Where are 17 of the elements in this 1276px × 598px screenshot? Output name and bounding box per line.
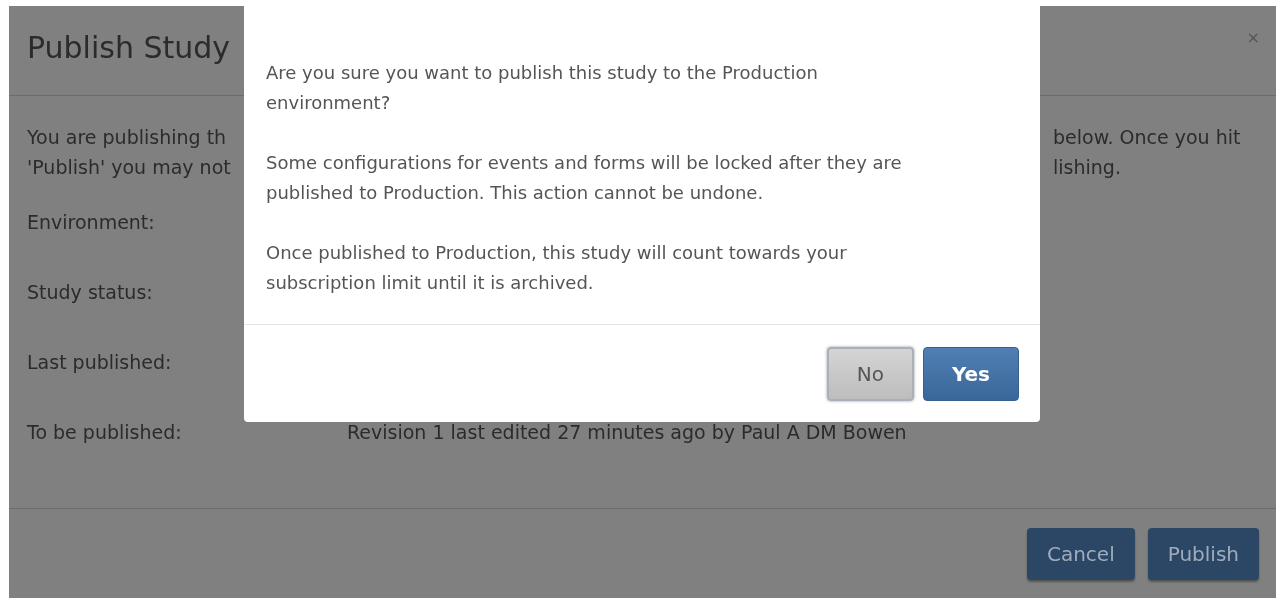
intro-text: lishing. — [1053, 155, 1122, 180]
confirm-message: Some configurations for events and forms will be locked after they are published to Production. This action cannot be undone. — [266, 151, 902, 205]
no-button[interactable]: No — [826, 346, 914, 401]
field-label: Last published: — [27, 351, 172, 373]
dialog-title: Publish Study — [27, 29, 231, 67]
field-label: To be published: — [27, 421, 182, 443]
intro-text: You are publishing th — [27, 125, 228, 150]
field-label: Study status: — [27, 281, 153, 303]
confirm-message: Are you sure you want to publish this study to the Production environment? — [266, 61, 818, 115]
field-value: Revision 1 last edited 27 minutes ago by Paul A DM Bowen — [347, 420, 907, 445]
confirm-message: Once published to Production, this study will count towards your subscription limit until it is archived. — [266, 241, 847, 295]
yes-button[interactable]: Yes — [922, 346, 1019, 401]
field-label: Environment: — [27, 211, 155, 233]
intro-text: 'Publish' you may not — [27, 155, 231, 180]
intro-text: below. Once you hit — [1053, 125, 1242, 150]
cancel-button[interactable]: Cancel — [1026, 527, 1135, 580]
publish-button[interactable]: Publish — [1147, 527, 1259, 580]
